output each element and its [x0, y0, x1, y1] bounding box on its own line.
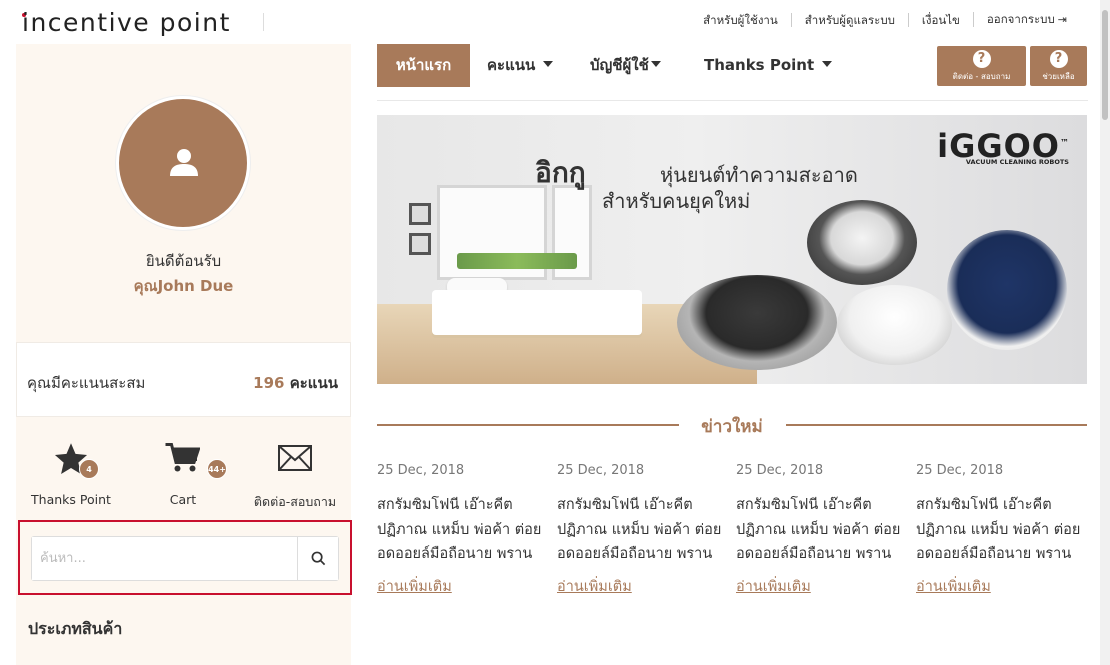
user-icon [170, 149, 198, 176]
nav-thanks-point[interactable]: Thanks Point [704, 44, 833, 87]
quick-icon-wrap [240, 439, 350, 479]
quick-icon-wrap: 4 [16, 439, 126, 479]
robot-vacuum-image [837, 285, 952, 365]
question-icon: ? [1049, 50, 1068, 68]
top-header: incentive point สำหรับผู้ใช้งาน สำหรับผู… [0, 0, 1110, 44]
avatar[interactable] [116, 96, 250, 230]
nav-account[interactable]: บัญชีผู้ใช้ [590, 44, 661, 87]
chevron-down-icon [543, 61, 554, 67]
banner-frame [409, 203, 431, 225]
news-date: 25 Dec, 2018 [557, 463, 645, 478]
scrollbar-thumb[interactable] [1102, 10, 1108, 120]
contact-button[interactable]: ? ติดต่อ - สอบถาม [937, 46, 1026, 86]
search-input[interactable] [32, 537, 297, 580]
robot-vacuum-image [947, 230, 1067, 350]
nav-label: Thanks Point [704, 56, 815, 74]
news-date: 25 Dec, 2018 [377, 463, 465, 478]
quick-link-label: ติดต่อ-สอบถาม [253, 494, 337, 509]
news-card: 25 Dec, 2018 สกรัมซิมโฟนี เอ๊าะคีต ปฏิภา… [557, 463, 732, 598]
search-icon [311, 551, 325, 566]
banner-frame [409, 233, 431, 255]
sidebar: ยินดีต้อนรับ คุณJohn Due คุณมีคะแนนสะสม … [16, 44, 352, 665]
read-more-link[interactable]: อ่านเพิ่มเติม [557, 575, 632, 598]
username: คุณJohn Due [133, 277, 234, 295]
welcome-text: ยินดีต้อนรับ [145, 252, 222, 270]
quick-links: 4 Thanks Point 44+ Cart ติดต่อ-สอบถาม [16, 439, 351, 519]
points-summary: คุณมีคะแนนสะสม 196 คะแนน [16, 342, 351, 417]
chevron-down-icon [650, 61, 661, 67]
news-summary: สกรัมซิมโฟนี เอ๊าะคีต ปฏิภาณ แหม็บ พ่อค้… [736, 497, 901, 562]
points-label: คุณมีคะแนนสะสม [27, 374, 146, 392]
points-value-wrap: 196 คะแนน [253, 371, 338, 395]
site-logo[interactable]: incentive point [22, 8, 231, 37]
read-more-link[interactable]: อ่านเพิ่มเติม [916, 575, 991, 598]
nav-label: บัญชีผู้ใช้ [590, 56, 649, 74]
quick-link-label: Thanks Point [31, 492, 111, 507]
logout-icon: ⇥ [1057, 13, 1067, 26]
robot-vacuum-image [677, 275, 837, 370]
robot-vacuum-image [807, 200, 917, 285]
news-date: 25 Dec, 2018 [916, 463, 1004, 478]
news-card: 25 Dec, 2018 สกรัมซิมโฟนี เอ๊าะคีต ปฏิภา… [916, 463, 1091, 598]
top-links: สำหรับผู้ใช้งาน สำหรับผู้ดูแลระบบ เงื่อน… [690, 12, 1080, 27]
logo-divider [263, 13, 264, 31]
logout-link[interactable]: ออกจากระบบ ⇥ [972, 12, 1080, 27]
news-title: ข่าวใหม่ [701, 417, 763, 437]
read-more-link[interactable]: อ่านเพิ่มเติม [377, 575, 452, 598]
main-nav: หน้าแรก คะแนน บัญชีผู้ใช้ Thanks Point ?… [377, 44, 1088, 87]
points-unit: คะแนน [289, 374, 338, 392]
search-highlight [18, 520, 352, 595]
news-divider-right [786, 424, 1087, 426]
link-for-admins[interactable]: สำหรับผู้ดูแลระบบ [790, 12, 908, 27]
brand-tm: ™ [1060, 138, 1070, 149]
help-button[interactable]: ? ช่วยเหลือ [1030, 46, 1087, 86]
mail-icon [278, 445, 312, 471]
profile-card: ยินดีต้อนรับ คุณJohn Due [16, 44, 351, 342]
quick-icon-wrap: 44+ [128, 439, 238, 479]
brand-tagline: VACUUM CLEANING ROBOTS [965, 158, 1069, 166]
link-for-users[interactable]: สำหรับผู้ใช้งาน [690, 13, 791, 27]
thanks-point-badge: 4 [79, 459, 99, 479]
page-scrollbar[interactable] [1100, 0, 1110, 665]
points-value: 196 [253, 374, 285, 392]
nav-home[interactable]: หน้าแรก [377, 44, 470, 87]
chevron-down-icon [822, 61, 833, 67]
read-more-link[interactable]: อ่านเพิ่มเติม [736, 575, 811, 598]
news-card: 25 Dec, 2018 สกรัมซิมโฟนี เอ๊าะคีต ปฏิภา… [736, 463, 911, 598]
promo-banner[interactable]: อิกกู หุ่นยนต์ทำความสะอาด สำหรับคนยุคใหม… [377, 115, 1087, 384]
quick-link-cart[interactable]: 44+ Cart [128, 439, 238, 507]
quick-link-label: Cart [169, 492, 197, 507]
question-icon: ? [972, 50, 991, 68]
cart-icon [165, 443, 200, 472]
search-button[interactable] [297, 537, 338, 580]
link-terms[interactable]: เงื่อนไข [907, 12, 973, 27]
nav-points[interactable]: คะแนน [487, 44, 554, 87]
nav-label: คะแนน [487, 56, 536, 74]
cart-badge: 44+ [207, 459, 227, 479]
contact-button-label: ติดต่อ - สอบถาม [952, 72, 1011, 81]
banner-plants [457, 253, 577, 269]
banner-subline: สำหรับคนยุคใหม่ [602, 189, 751, 213]
quick-link-contact[interactable]: ติดต่อ-สอบถาม [240, 439, 350, 512]
news-summary: สกรัมซิมโฟนี เอ๊าะคีต ปฏิภาณ แหม็บ พ่อค้… [377, 497, 542, 562]
news-summary: สกรัมซิมโฟนี เอ๊าะคีต ปฏิภาณ แหม็บ พ่อค้… [916, 497, 1081, 562]
banner-headline: อิกกู [535, 156, 586, 189]
category-heading: ประเภทสินค้า [28, 619, 123, 638]
news-date: 25 Dec, 2018 [736, 463, 824, 478]
news-header: ข่าวใหม่ [377, 410, 1087, 440]
news-summary: สกรัมซิมโฟนี เอ๊าะคีต ปฏิภาณ แหม็บ พ่อค้… [557, 497, 722, 562]
news-card: 25 Dec, 2018 สกรัมซิมโฟนี เอ๊าะคีต ปฏิภา… [377, 463, 552, 598]
nav-divider [377, 100, 1088, 101]
help-button-label: ช่วยเหลือ [1042, 72, 1075, 81]
quick-link-thanks-point[interactable]: 4 Thanks Point [16, 439, 126, 507]
banner-bed [432, 290, 642, 335]
search-box [31, 536, 339, 581]
logout-label: ออกจากระบบ [986, 12, 1055, 26]
